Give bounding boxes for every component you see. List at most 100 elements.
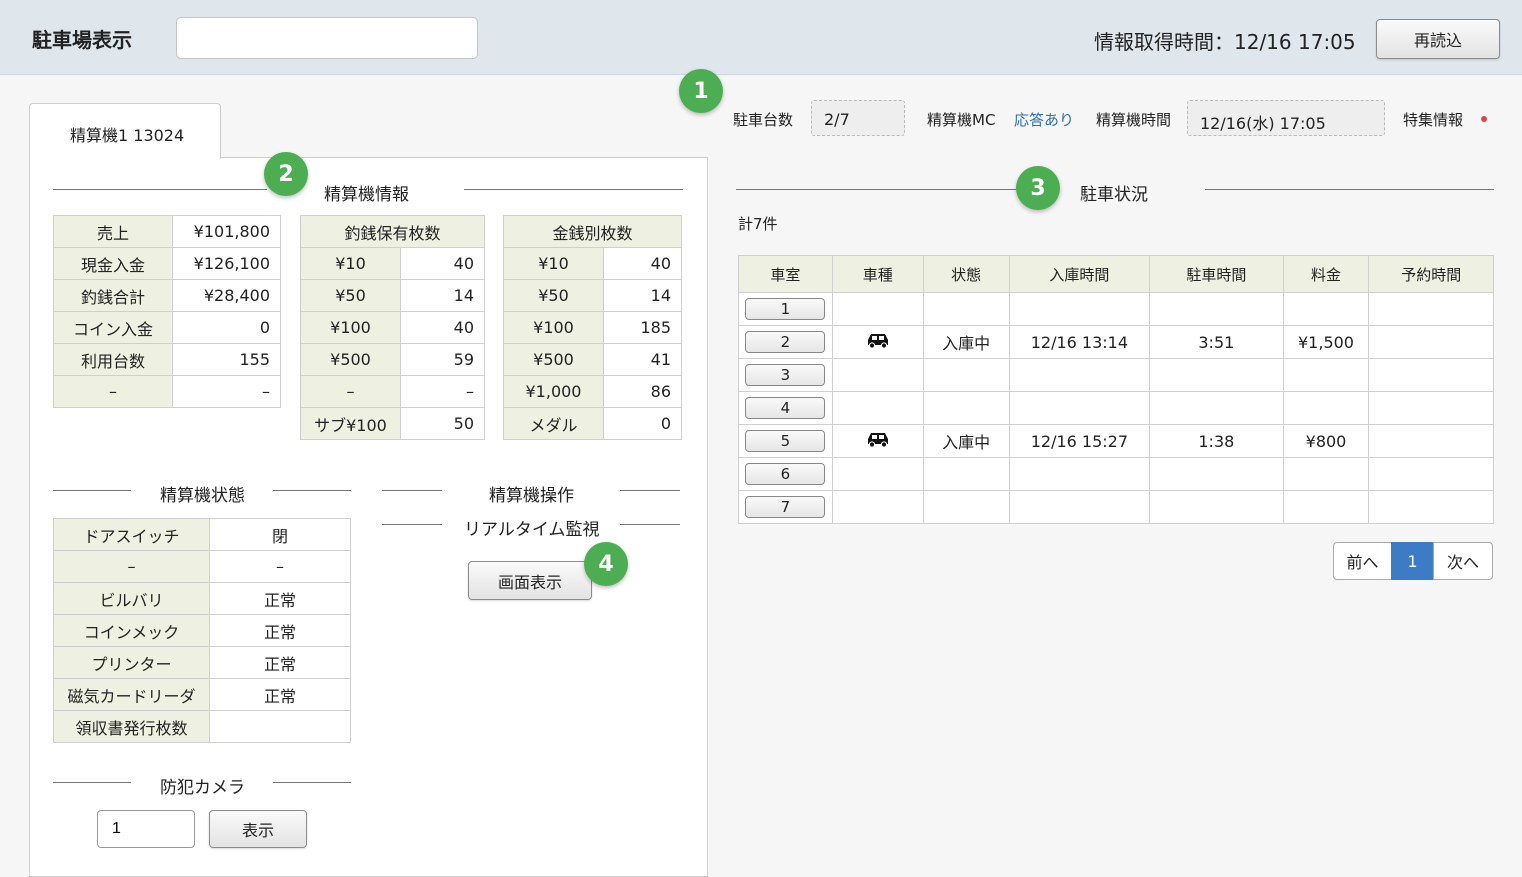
row-label: ¥100 xyxy=(503,311,604,344)
room-button[interactable]: 5 xyxy=(745,430,826,452)
parking-status-title: 駐車状況 xyxy=(1080,185,1148,205)
divider xyxy=(382,490,442,491)
row-label: ビルバリ xyxy=(53,582,210,615)
table-row: ¥10 40 xyxy=(300,247,485,280)
status-cell xyxy=(922,490,1010,524)
status-cell xyxy=(922,292,1010,326)
table-row: コイン入金 0 xyxy=(53,311,281,344)
row-value: ¥28,400 xyxy=(172,279,281,312)
table-row: プリンター 正常 xyxy=(53,646,351,679)
prev-page-button[interactable]: 前へ xyxy=(1333,542,1392,580)
row-label: – xyxy=(53,375,173,408)
reload-button[interactable]: 再読込 xyxy=(1376,19,1500,59)
machine-state-table: ドアスイッチ閉 – – ビルバリ 正常 コインメック 正常 プリンター 正常 磁気カードリーダ 正常… xyxy=(53,518,351,743)
tab-machine-1[interactable]: 精算機1 13024 xyxy=(29,103,221,159)
car-type-cell xyxy=(831,457,924,491)
room-button[interactable]: 2 xyxy=(745,331,826,353)
room-button[interactable]: 3 xyxy=(745,364,826,386)
row-value: – xyxy=(400,375,485,408)
fee-cell xyxy=(1282,358,1370,392)
row-label: メダル xyxy=(503,407,604,440)
row-value xyxy=(209,710,351,743)
table-row: コインメック 正常 xyxy=(53,614,351,647)
header-search-input[interactable] xyxy=(176,17,478,59)
row-value: 40 xyxy=(603,247,682,280)
in-time-cell xyxy=(1008,391,1151,425)
change-table: 釣銭保有枚数 ¥10 40 ¥50 14 ¥100 40 ¥500 59– – サブ¥100 50 xyxy=(300,215,485,440)
row-value: 0 xyxy=(603,407,682,440)
reserve-cell xyxy=(1368,490,1494,524)
room-button[interactable]: 1 xyxy=(745,298,826,320)
table-row: 利用台数 155 xyxy=(53,343,281,376)
parking-count-value: 2/7 xyxy=(811,100,905,136)
room-cell: 6 xyxy=(738,457,833,491)
in-time-cell xyxy=(1008,490,1151,524)
reserve-cell xyxy=(1368,358,1494,392)
table-row: – – xyxy=(300,375,485,408)
column-header: 予約時間 xyxy=(1368,255,1494,293)
mc-status: 応答あり xyxy=(1014,111,1075,129)
monitor-title: リアルタイム監視 xyxy=(464,520,600,540)
parking-count-label: 駐車台数 xyxy=(733,111,794,129)
divider xyxy=(273,782,351,783)
camera-number-input[interactable] xyxy=(97,810,195,848)
room-cell: 3 xyxy=(738,358,833,392)
camera-show-button[interactable]: 表示 xyxy=(209,810,307,848)
screen-display-button[interactable]: 画面表示 xyxy=(468,561,592,600)
divider xyxy=(620,490,680,491)
row-label: ¥100 xyxy=(300,311,401,344)
column-header: 車室 xyxy=(738,255,833,293)
page-title: 駐車場表示 xyxy=(32,28,132,52)
table-row: ¥500 41 xyxy=(503,343,682,376)
table-row: ¥50 14 xyxy=(503,279,682,312)
page-1-button[interactable]: 1 xyxy=(1391,542,1434,580)
row-label: 釣銭合計 xyxy=(53,279,173,312)
parking-row: 2 入庫中 12/16 13:14 3:51 ¥1,500 xyxy=(738,325,1494,359)
room-button[interactable]: 7 xyxy=(745,496,826,518)
car-icon xyxy=(867,334,888,349)
in-time-cell xyxy=(1008,457,1151,491)
column-header: 車種 xyxy=(831,255,924,293)
car-type-cell xyxy=(831,325,924,359)
room-cell: 4 xyxy=(738,391,833,425)
parking-row: 7 xyxy=(738,490,1494,524)
table-row: ¥50 14 xyxy=(300,279,485,312)
row-label: 領収書発行枚数 xyxy=(53,710,210,743)
fee-cell xyxy=(1282,490,1370,524)
car-type-cell xyxy=(831,490,924,524)
row-label: 現金入金 xyxy=(53,247,173,280)
divider xyxy=(620,524,680,525)
change-table-title: 釣銭保有枚数 xyxy=(300,215,485,248)
fee-cell: ¥1,500 xyxy=(1282,325,1370,359)
row-label: – xyxy=(300,375,401,408)
divider xyxy=(53,189,267,190)
row-label: ¥10 xyxy=(300,247,401,280)
reserve-cell xyxy=(1368,457,1494,491)
table-row: ¥100 40 xyxy=(300,311,485,344)
next-page-button[interactable]: 次へ xyxy=(1433,542,1493,580)
parking-table: 車室 車種 状態 入庫時間 駐車時間 料金 予約時間 1 2 入庫中 12/16 13:14 3:5… xyxy=(738,255,1494,524)
status-cell xyxy=(922,391,1010,425)
room-button[interactable]: 6 xyxy=(745,463,826,485)
divider xyxy=(382,524,442,525)
table-row: – – xyxy=(53,550,351,583)
row-label: 売上 xyxy=(53,215,173,248)
row-label: ¥500 xyxy=(503,343,604,376)
money-table: 金銭別枚数 ¥10 40 ¥50 14 ¥100 185 ¥500 41 ¥1,000 86 メダル… xyxy=(503,215,682,440)
fee-cell xyxy=(1282,457,1370,491)
car-type-cell xyxy=(831,358,924,392)
row-value: 40 xyxy=(400,311,485,344)
car-type-cell xyxy=(831,424,924,458)
callout-badge-3: 3 xyxy=(1016,166,1060,210)
money-table-title: 金銭別枚数 xyxy=(503,215,682,248)
in-time-cell: 12/16 15:27 xyxy=(1008,424,1151,458)
duration-cell xyxy=(1149,490,1284,524)
column-header: 料金 xyxy=(1282,255,1370,293)
room-button[interactable]: 4 xyxy=(745,397,826,419)
fee-cell xyxy=(1282,391,1370,425)
row-label: コインメック xyxy=(53,614,210,647)
divider xyxy=(1205,189,1494,190)
divider xyxy=(53,490,131,491)
row-label: 磁気カードリーダ xyxy=(53,678,210,711)
row-value: 59 xyxy=(400,343,485,376)
